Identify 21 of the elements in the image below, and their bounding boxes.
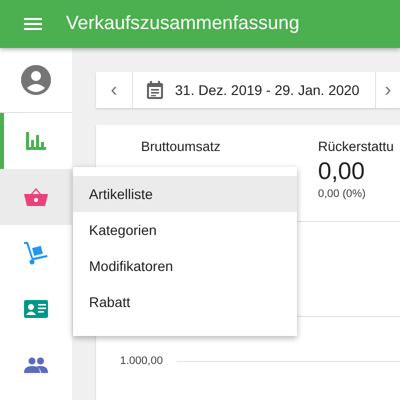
previous-button[interactable]: ‹ <box>96 72 132 108</box>
menu-item[interactable]: Modifikatoren <box>73 248 297 284</box>
menu-icon[interactable] <box>24 18 42 30</box>
bar-chart-icon <box>26 132 46 150</box>
menu-item[interactable]: Kategorien <box>73 212 297 248</box>
id-card-icon <box>24 300 48 318</box>
metric-value: 0,00 <box>318 158 366 186</box>
avatar-icon[interactable] <box>21 65 51 95</box>
hand-truck-icon <box>24 241 48 265</box>
next-button[interactable]: › <box>376 72 400 108</box>
menu-item[interactable]: Rabatt <box>73 284 297 320</box>
menu-item[interactable]: Artikelliste <box>73 176 297 212</box>
people-icon <box>24 357 48 373</box>
metric-change: 0,00 (0%) <box>318 188 367 200</box>
metric-label: Bruttoumsatz <box>141 139 222 154</box>
metric-label: Rückerstattu <box>318 139 395 154</box>
sidebar-item[interactable] <box>0 169 72 225</box>
app-title: Verkaufszusammenfassung <box>66 13 300 35</box>
basket-icon <box>24 188 48 206</box>
axis-tick-label: 1.000,00 <box>120 355 163 367</box>
calendar-icon <box>147 81 163 99</box>
